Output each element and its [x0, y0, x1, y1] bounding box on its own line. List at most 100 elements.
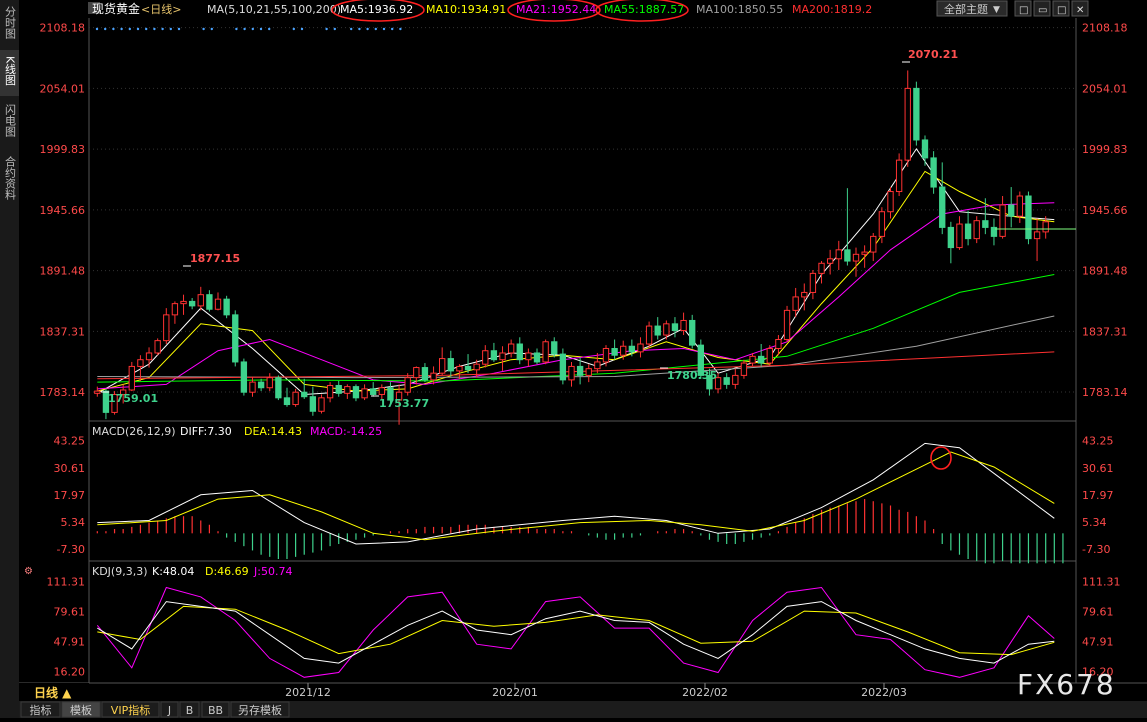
- side-tab-label[interactable]: 闪电图: [4, 103, 17, 138]
- candle-body[interactable]: [1008, 204, 1015, 217]
- candle-body[interactable]: [490, 350, 498, 361]
- candle-body[interactable]: [378, 387, 385, 395]
- candle-body[interactable]: [775, 339, 782, 349]
- candle-body[interactable]: [637, 343, 644, 353]
- candle-body[interactable]: [887, 191, 894, 213]
- candle-body[interactable]: [154, 340, 161, 354]
- candle-body[interactable]: [1042, 221, 1049, 233]
- candle-body[interactable]: [904, 87, 911, 161]
- side-tab-fenshi[interactable]: 分时图: [4, 6, 17, 40]
- candle-body[interactable]: [421, 367, 429, 381]
- candle-body[interactable]: [689, 319, 696, 346]
- side-tab-label[interactable]: K线图: [4, 56, 17, 86]
- candle-body[interactable]: [232, 314, 239, 363]
- period-button[interactable]: 日线 ▲: [34, 685, 72, 700]
- bottom-tab-label[interactable]: VIP指标: [111, 703, 150, 717]
- candle-body[interactable]: [94, 390, 101, 394]
- candle-body[interactable]: [947, 226, 955, 249]
- candle-body[interactable]: [188, 300, 196, 307]
- candle-body[interactable]: [370, 388, 377, 395]
- bottom-tab-label[interactable]: B: [186, 704, 194, 717]
- candle-body[interactable]: [206, 294, 213, 310]
- side-tab-label[interactable]: 合约资料: [4, 155, 17, 201]
- candle-body[interactable]: [318, 397, 325, 412]
- candle-body[interactable]: [309, 396, 317, 412]
- candle-body[interactable]: [447, 358, 454, 372]
- candle-body[interactable]: [257, 381, 265, 389]
- candle-body[interactable]: [551, 341, 558, 355]
- candle-body[interactable]: [594, 361, 601, 370]
- candle-body[interactable]: [266, 377, 273, 389]
- bottom-tab-label[interactable]: 模板: [70, 703, 92, 717]
- candle-body[interactable]: [197, 294, 204, 307]
- candle-body[interactable]: [818, 262, 825, 274]
- candle-body[interactable]: [145, 352, 153, 361]
- candle-body[interactable]: [249, 381, 256, 393]
- candle-body[interactable]: [292, 391, 299, 406]
- candle-body[interactable]: [680, 319, 687, 332]
- candle-body[interactable]: [283, 397, 291, 406]
- candle-body[interactable]: [344, 386, 351, 394]
- candle-body[interactable]: [913, 87, 920, 141]
- bottom-tab-label[interactable]: J: [167, 704, 171, 717]
- candle-body[interactable]: [645, 325, 653, 345]
- candle-body[interactable]: [611, 347, 618, 356]
- candle-body[interactable]: [740, 362, 748, 376]
- candle-body[interactable]: [240, 361, 248, 393]
- candle-body[interactable]: [982, 220, 989, 228]
- candle-body[interactable]: [507, 343, 515, 354]
- candle-body[interactable]: [1016, 195, 1023, 217]
- period-tag[interactable]: <日线>: [141, 2, 181, 16]
- candle-body[interactable]: [964, 223, 972, 240]
- candle-body[interactable]: [870, 235, 877, 253]
- candle-body[interactable]: [559, 353, 567, 381]
- candle-body[interactable]: [499, 352, 506, 361]
- candle-body[interactable]: [568, 365, 575, 381]
- candle-body[interactable]: [430, 372, 437, 381]
- candle-body[interactable]: [663, 323, 670, 336]
- candle-body[interactable]: [749, 355, 756, 364]
- candle-body[interactable]: [654, 325, 661, 336]
- candle-body[interactable]: [792, 296, 799, 311]
- candle-body[interactable]: [163, 314, 170, 342]
- candle-body[interactable]: [413, 367, 420, 379]
- candle-body[interactable]: [783, 309, 791, 341]
- candle-body[interactable]: [275, 377, 282, 399]
- candle-body[interactable]: [542, 341, 549, 363]
- candle-body[interactable]: [844, 249, 851, 262]
- candle-body[interactable]: [352, 386, 360, 399]
- candle-body[interactable]: [180, 300, 187, 305]
- candle-body[interactable]: [1025, 195, 1032, 240]
- candle-body[interactable]: [895, 159, 903, 193]
- candle-body[interactable]: [473, 363, 480, 371]
- candle-body[interactable]: [516, 343, 523, 361]
- candle-body[interactable]: [361, 388, 368, 399]
- candle-body[interactable]: [171, 303, 179, 316]
- candle-body[interactable]: [861, 251, 868, 255]
- candle-body[interactable]: [326, 384, 334, 399]
- candle-body[interactable]: [766, 347, 773, 364]
- candle-body[interactable]: [301, 391, 308, 398]
- candle-body[interactable]: [956, 223, 963, 249]
- bottom-tab-label[interactable]: 另存模板: [238, 703, 282, 717]
- candle-body[interactable]: [671, 323, 679, 332]
- candle-body[interactable]: [835, 249, 842, 260]
- candle-body[interactable]: [758, 355, 765, 364]
- candle-body[interactable]: [404, 377, 411, 393]
- candle-body[interactable]: [533, 352, 541, 363]
- candle-body[interactable]: [620, 345, 627, 356]
- theme-select-label[interactable]: 全部主题: [944, 2, 988, 16]
- candle-body[interactable]: [930, 157, 937, 188]
- candle-body[interactable]: [585, 368, 592, 376]
- bottom-tab-label[interactable]: 指标: [30, 703, 52, 717]
- bottom-tab-label[interactable]: BB: [208, 704, 223, 717]
- candle-body[interactable]: [576, 365, 584, 376]
- candle-body[interactable]: [999, 204, 1006, 237]
- candle-body[interactable]: [223, 298, 230, 316]
- candle-body[interactable]: [439, 358, 446, 374]
- candle-body[interactable]: [128, 365, 135, 391]
- candle-body[interactable]: [809, 272, 817, 293]
- candle-body[interactable]: [723, 377, 730, 385]
- candle-body[interactable]: [878, 211, 886, 237]
- candle-body[interactable]: [852, 253, 860, 262]
